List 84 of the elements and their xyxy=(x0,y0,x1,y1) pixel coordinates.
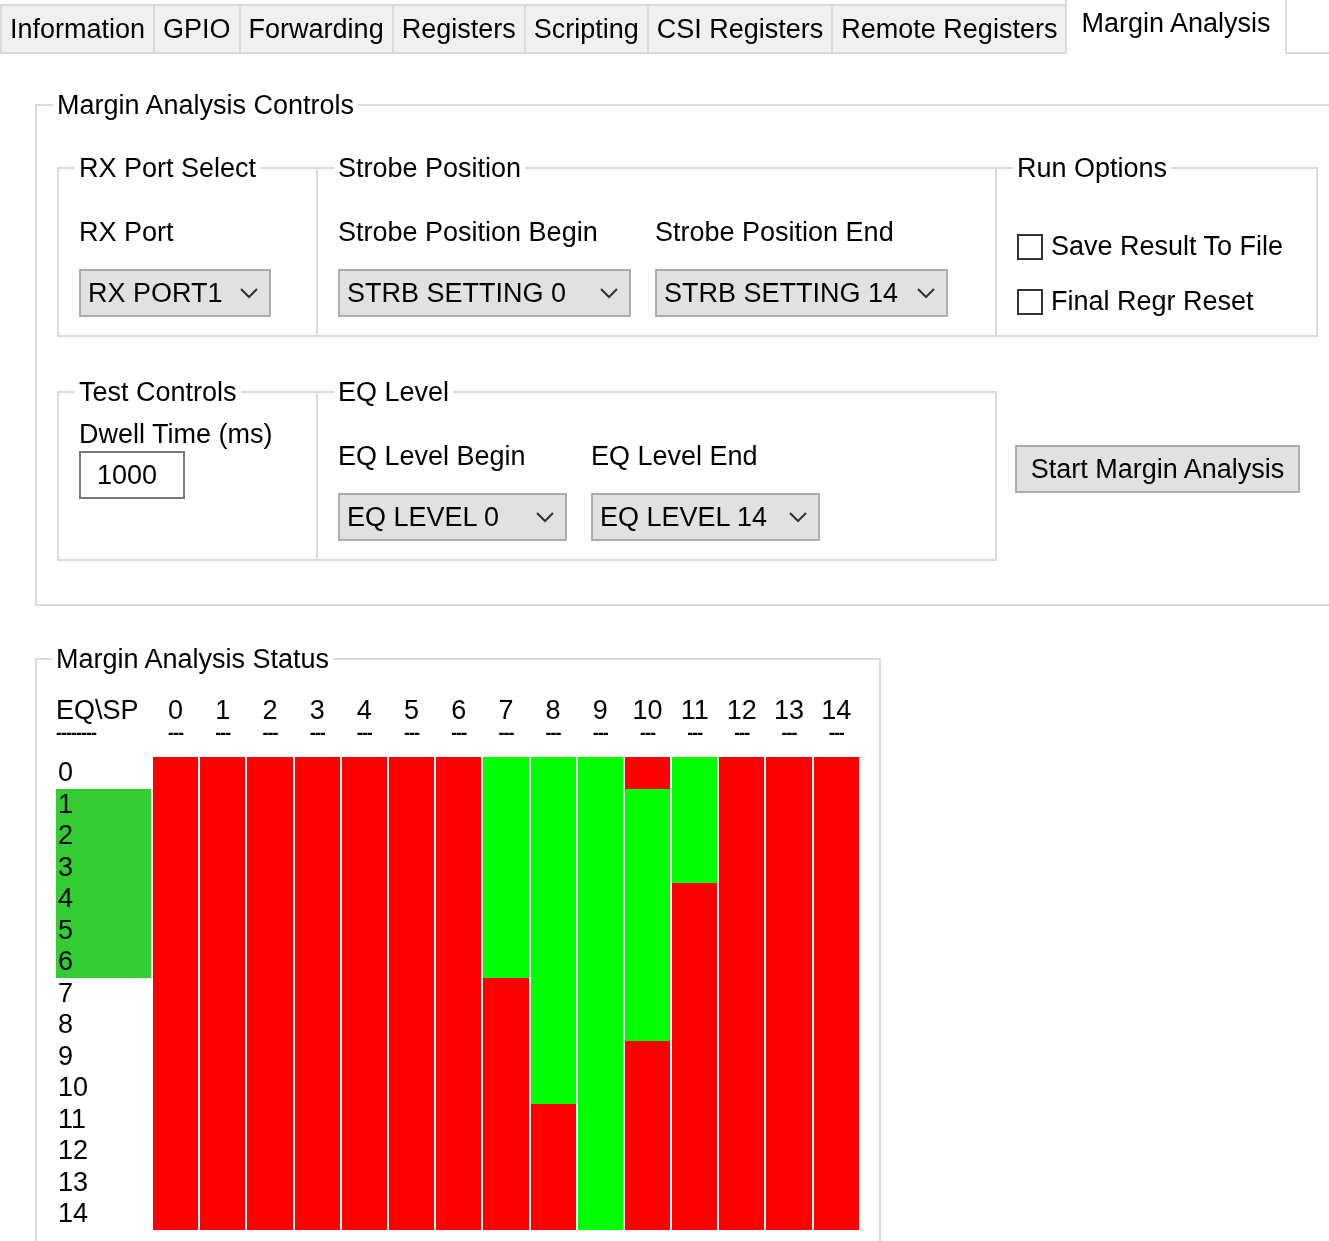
tab[interactable]: Information xyxy=(0,4,156,52)
checkbox-label: Save Result To File xyxy=(1051,231,1284,262)
chevron-down-icon xyxy=(599,287,619,299)
chevron-down-icon xyxy=(239,287,259,299)
dropdown[interactable]: EQ LEVEL 0 xyxy=(338,493,567,541)
chevron-down-icon xyxy=(535,511,555,523)
chevron-down-icon xyxy=(916,287,936,299)
row-label: 14 xyxy=(57,1198,90,1230)
column-header: 2 xyxy=(261,694,279,726)
group-title: Strobe Position xyxy=(337,153,523,183)
tab[interactable]: CSI Registers xyxy=(646,4,834,52)
field-label: Dwell Time (ms) xyxy=(79,419,274,449)
column-header: 8 xyxy=(544,694,562,726)
group-title: Margin Analysis Status xyxy=(55,644,331,674)
header-rule: --- xyxy=(591,725,609,740)
row-label: 13 xyxy=(57,1166,90,1198)
header-rule: --- xyxy=(638,725,657,740)
column-header: 0 xyxy=(167,694,185,726)
field-label: Strobe Position Begin xyxy=(338,217,599,247)
header-rule: --- xyxy=(261,725,279,740)
field-label: EQ Level End xyxy=(591,441,759,471)
tab[interactable]: GPIO xyxy=(153,4,241,52)
row-label: 2 xyxy=(56,820,151,852)
dropdown[interactable]: STRB SETTING 14 xyxy=(655,269,948,317)
header-rule: --- xyxy=(686,725,704,740)
start-button[interactable]: Start Margin Analysis xyxy=(1015,445,1300,493)
column-header: 7 xyxy=(497,694,515,726)
header-rule: --- xyxy=(733,725,751,740)
group-title: Run Options xyxy=(1016,153,1169,183)
group-title: Margin Analysis Controls xyxy=(56,90,356,120)
group-title: Test Controls xyxy=(78,377,238,407)
header-rule: --- xyxy=(497,725,515,740)
column-header: 6 xyxy=(450,694,468,726)
column-header: 14 xyxy=(820,694,853,726)
tab[interactable]: Margin Analysis xyxy=(1065,0,1287,54)
group-title: RX Port Select xyxy=(78,153,258,183)
header-rule: --- xyxy=(450,725,468,740)
dropdown[interactable]: EQ LEVEL 14 xyxy=(591,493,820,541)
row-label: 6 xyxy=(56,946,151,978)
column-header: 3 xyxy=(308,694,326,726)
field-label: RX Port xyxy=(79,217,175,247)
column-header: 1 xyxy=(214,694,232,726)
header-rule: --- xyxy=(780,725,798,740)
row-label: 8 xyxy=(57,1009,75,1041)
checkbox[interactable] xyxy=(1017,233,1043,260)
row-label: 9 xyxy=(57,1040,75,1072)
column-header: 5 xyxy=(403,694,421,726)
column-header: 13 xyxy=(773,694,806,726)
group-title: EQ Level xyxy=(337,377,451,407)
header-rule: -------- xyxy=(56,725,97,740)
tab[interactable]: Registers xyxy=(391,4,526,52)
row-label: 1 xyxy=(56,788,151,820)
header-rule: --- xyxy=(403,725,421,740)
header-rule: --- xyxy=(308,725,326,740)
column-header: 10 xyxy=(631,694,664,726)
field-label: Strobe Position End xyxy=(655,217,895,247)
checkbox-label: Final Regr Reset xyxy=(1051,286,1254,317)
dropdown[interactable]: RX PORT1 xyxy=(79,269,271,317)
corner-label: EQ\SP xyxy=(56,694,140,726)
header-rule: --- xyxy=(214,725,232,740)
column-header: 11 xyxy=(679,694,710,726)
dropdown[interactable]: STRB SETTING 0 xyxy=(338,269,631,317)
field-label: EQ Level Begin xyxy=(338,441,527,471)
column-header: 4 xyxy=(355,694,373,726)
tab[interactable]: Forwarding xyxy=(238,4,394,52)
row-label: 12 xyxy=(57,1135,90,1167)
chevron-down-icon xyxy=(788,511,808,523)
row-label: 11 xyxy=(57,1103,88,1135)
input-field[interactable]: 1000 xyxy=(79,451,185,499)
column-header: 12 xyxy=(725,694,758,726)
checkbox[interactable] xyxy=(1017,288,1043,315)
row-label: 0 xyxy=(57,757,75,789)
tab[interactable]: Scripting xyxy=(523,4,649,52)
row-label: 4 xyxy=(56,883,151,915)
header-rule: --- xyxy=(544,725,562,740)
row-label: 7 xyxy=(57,977,75,1009)
header-rule: --- xyxy=(827,725,845,740)
row-label: 3 xyxy=(56,851,151,883)
column-header: 9 xyxy=(591,694,609,726)
header-rule: --- xyxy=(167,725,185,740)
row-label: 10 xyxy=(57,1072,90,1104)
tab[interactable]: Remote Registers xyxy=(831,4,1068,52)
header-rule: --- xyxy=(355,725,373,740)
row-label: 5 xyxy=(56,914,151,946)
